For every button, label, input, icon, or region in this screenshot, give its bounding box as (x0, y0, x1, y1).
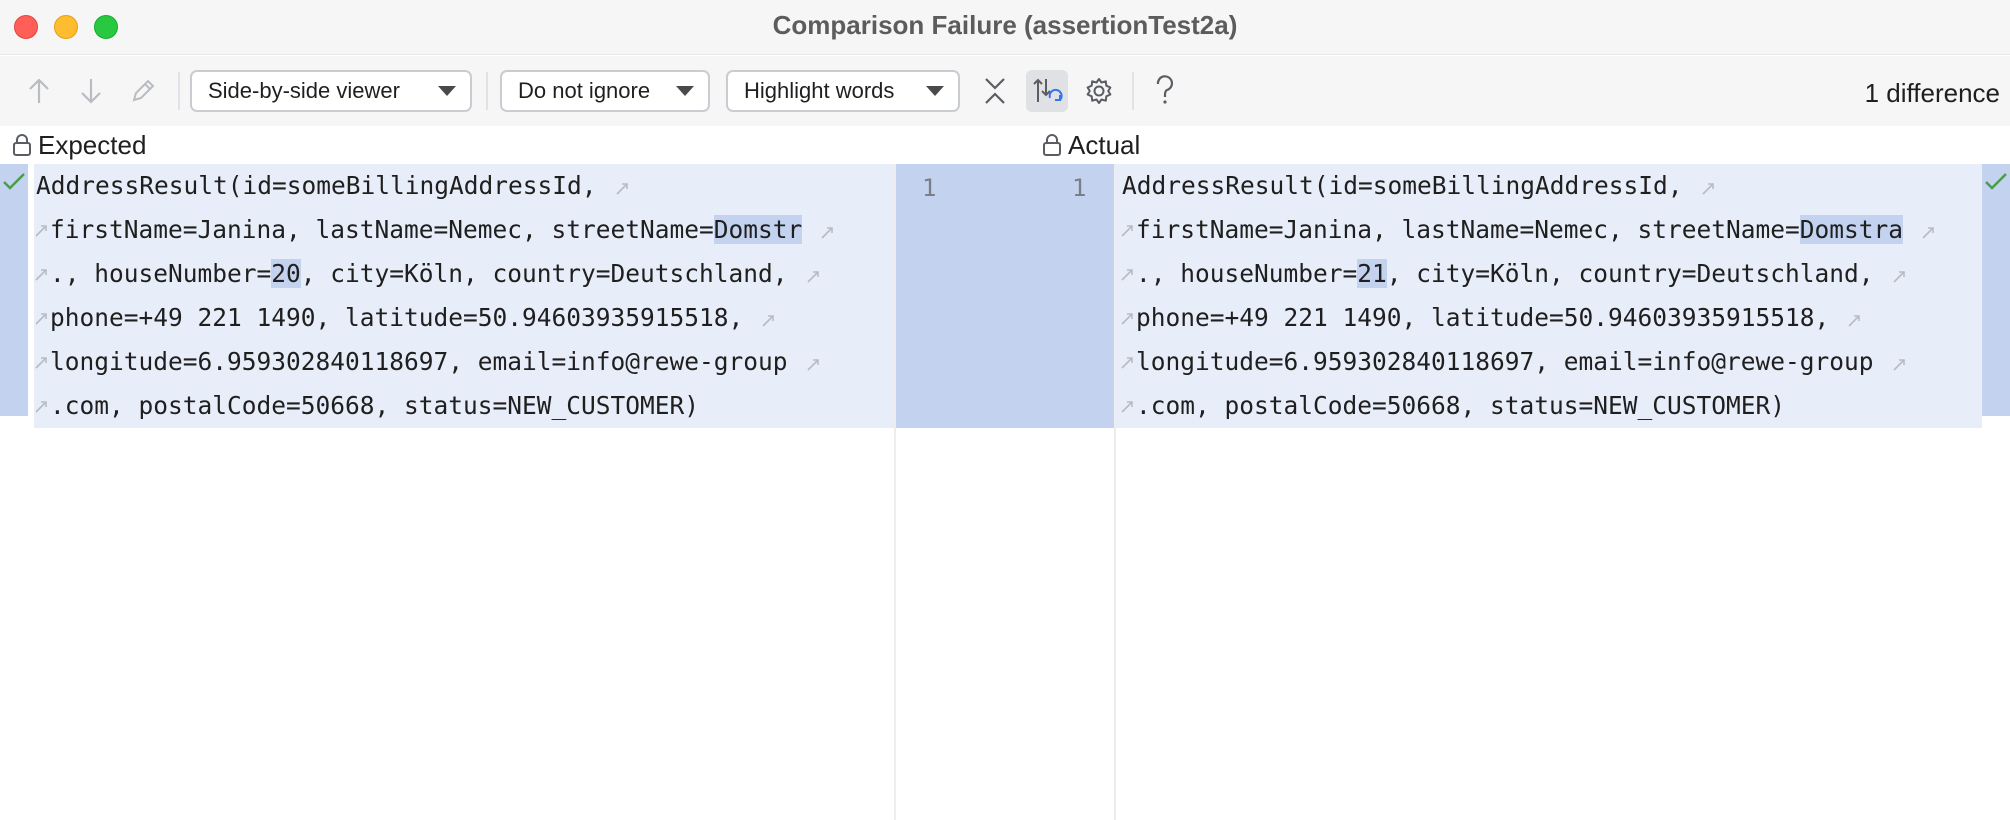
soft-wrap-icon (762, 315, 775, 327)
changed-word: 21 (1357, 259, 1387, 288)
actual-editor[interactable]: AddressResult(id=someBillingAddressId, fi… (1116, 164, 2010, 820)
ignore-mode-label: Do not ignore (518, 78, 651, 103)
soft-wrap-icon (1848, 315, 1861, 327)
code-text: , city=Köln, country=Deutschland, (1386, 259, 1874, 288)
soft-wrap-icon (1121, 357, 1133, 369)
code-text: ., houseNumber= (1136, 259, 1358, 288)
code-text: , city=Köln, country=Deutschland, (300, 259, 788, 288)
lock-icon (13, 134, 31, 156)
code-text: .com, postalCode=50668, status=NEW_CUSTO… (50, 391, 700, 420)
code-text: firstName=Janina, lastName=Nemec, street… (1136, 215, 1800, 244)
code-line: longitude=6.959302840118697, email=info@… (35, 340, 834, 384)
code-text: ., houseNumber= (50, 259, 272, 288)
right-line-number: 1 (1072, 174, 1087, 202)
code-text: longitude=6.959302840118697, email=info@… (50, 347, 788, 376)
code-text: AddressResult(id=someBillingAddressId, (1122, 171, 1683, 200)
changed-word: 20 (271, 259, 301, 288)
gear-icon[interactable] (1078, 70, 1120, 112)
soft-wrap-icon (1121, 269, 1133, 281)
code-line: ., houseNumber=20, city=Köln, country=De… (35, 252, 834, 296)
diff-gutter: 1 1 (894, 164, 1116, 820)
code-line: .com, postalCode=50668, status=NEW_CUSTO… (35, 384, 834, 428)
code-text: AddressResult(id=someBillingAddressId, (36, 171, 597, 200)
window-title: Comparison Failure (assertionTest2a) (772, 10, 1238, 40)
viewer-mode-label: Side-by-side viewer (208, 78, 400, 103)
code-text: phone=+49 221 1490, latitude=50.94603935… (1136, 303, 1830, 332)
soft-wrap-icon (35, 313, 47, 325)
soft-wrap-icon (1892, 359, 1905, 371)
highlight-mode-label: Highlight words (744, 78, 895, 103)
left-line-number: 1 (922, 174, 937, 202)
chevron-down-icon (676, 86, 694, 96)
soft-wrap-icon (1121, 401, 1133, 413)
soft-wrap-icon (35, 401, 47, 413)
code-line: .com, postalCode=50668, status=NEW_CUSTO… (1121, 384, 1935, 428)
chevron-down-icon (438, 86, 456, 96)
change-marker (1982, 164, 2010, 416)
checkmark-icon (3, 173, 25, 190)
expected-panel-header: Expected (12, 126, 146, 164)
viewer-mode-dropdown[interactable]: Side-by-side viewer (190, 70, 472, 112)
expected-editor[interactable]: AddressResult(id=someBillingAddressId, fi… (0, 164, 894, 820)
soft-wrap-icon (35, 269, 47, 281)
soft-wrap-icon (35, 225, 47, 237)
code-line: firstName=Janina, lastName=Nemec, street… (1121, 208, 1935, 252)
pencil-icon[interactable] (122, 70, 164, 112)
changed-word: Domstra (1799, 215, 1904, 244)
arrow-down-icon[interactable] (70, 70, 112, 112)
actual-title: Actual (1068, 129, 1141, 160)
code-line: longitude=6.959302840118697, email=info@… (1121, 340, 1935, 384)
code-line: AddressResult(id=someBillingAddressId, (36, 164, 834, 208)
expected-code: AddressResult(id=someBillingAddressId, fi… (35, 164, 834, 428)
question-icon[interactable] (1144, 70, 1186, 112)
soft-wrap-icon (1892, 271, 1905, 283)
code-text: .com, postalCode=50668, status=NEW_CUSTO… (1136, 391, 1786, 420)
soft-wrap-icon (821, 227, 834, 239)
code-text: firstName=Janina, lastName=Nemec, street… (50, 215, 714, 244)
expected-title: Expected (38, 129, 147, 160)
difference-count: 1 difference (1864, 78, 2000, 108)
actual-code: AddressResult(id=someBillingAddressId, fi… (1121, 164, 1935, 428)
soft-wrap-icon (806, 359, 819, 371)
code-text: phone=+49 221 1490, latitude=50.94603935… (50, 303, 744, 332)
soft-wrap-icon (1121, 225, 1133, 237)
soft-wrap-icon (615, 183, 628, 195)
code-line: firstName=Janina, lastName=Nemec, street… (35, 208, 834, 252)
code-line: phone=+49 221 1490, latitude=50.94603935… (1121, 296, 1935, 340)
highlight-mode-dropdown[interactable]: Highlight words (726, 70, 960, 112)
soft-wrap-icon (1922, 227, 1934, 239)
code-text: longitude=6.959302840118697, email=info@… (1136, 347, 1874, 376)
sync-scroll-icon[interactable] (1026, 70, 1068, 112)
changed-word: Domstr (713, 215, 803, 244)
lock-icon (1043, 134, 1061, 156)
chevron-down-icon (926, 86, 944, 96)
soft-wrap-icon (806, 271, 819, 283)
code-line: AddressResult(id=someBillingAddressId, (1122, 164, 1935, 208)
checkmark-icon (1985, 173, 2007, 190)
soft-wrap-icon (1121, 313, 1133, 325)
title-bar: Comparison Failure (assertionTest2a) (0, 0, 2010, 55)
collapse-unchanged-icon[interactable] (974, 70, 1016, 112)
soft-wrap-icon (35, 357, 47, 369)
diff-toolbar: Side-by-side viewer Do not ignore Highli… (0, 56, 2010, 126)
change-marker (0, 164, 28, 416)
changed-range-connector (896, 164, 1114, 428)
code-line: phone=+49 221 1490, latitude=50.94603935… (35, 296, 834, 340)
arrow-up-icon[interactable] (18, 70, 60, 112)
actual-panel-header: Actual (1042, 126, 1140, 164)
ignore-mode-dropdown[interactable]: Do not ignore (500, 70, 710, 112)
code-line: ., houseNumber=21, city=Köln, country=De… (1121, 252, 1935, 296)
soft-wrap-icon (1701, 183, 1714, 195)
